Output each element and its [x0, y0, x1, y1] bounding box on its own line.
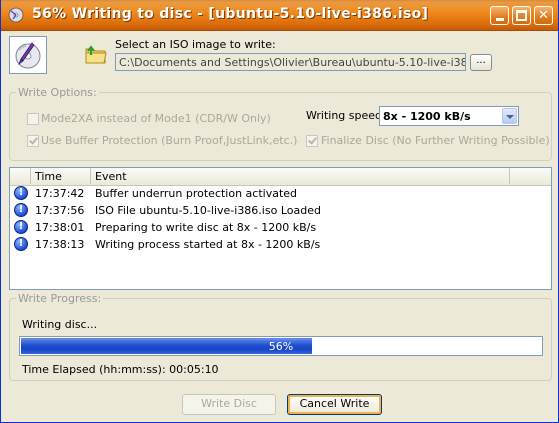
write-options-group: Write Options: — [9, 86, 552, 161]
chevron-down-icon[interactable] — [502, 108, 517, 124]
writing-speed-value: 8x - 1200 kB/s — [383, 110, 471, 123]
progress-status: Writing disc... — [22, 318, 98, 331]
window-title: 56% Writing to disc - [ubuntu-5.10-live-… — [32, 6, 429, 22]
browse-button[interactable]: ... — [470, 54, 492, 71]
app-logo — [9, 36, 47, 74]
log-row-event: ISO File ubuntu-5.10-live-i386.iso Loade… — [95, 204, 321, 217]
source-label: Select an ISO image to write: — [115, 38, 276, 51]
log-row[interactable]: ! 17:37:56 ISO File ubuntu-5.10-live-i38… — [10, 202, 551, 219]
writing-speed-select[interactable]: 8x - 1200 kB/s — [379, 106, 519, 126]
info-icon: ! — [14, 203, 28, 217]
info-icon: ! — [14, 220, 28, 234]
log-row-event: Buffer underrun protection activated — [95, 187, 298, 200]
buffer-protection-label: Use Buffer Protection (Burn Proof,JustLi… — [41, 134, 298, 147]
finalize-disc-label: Finalize Disc (No Further Writing Possib… — [321, 134, 550, 147]
event-log[interactable]: Time Event ! 17:37:42 Buffer underrun pr… — [9, 167, 552, 290]
log-row-time: 17:37:56 — [35, 204, 85, 217]
progress-percent-label: 56% — [268, 340, 294, 353]
progress-bar: 56% — [19, 336, 543, 356]
write-options-legend: Write Options: — [16, 86, 99, 99]
info-icon: ! — [14, 186, 28, 200]
app-icon — [8, 7, 24, 23]
log-row-time: 17:37:42 — [35, 187, 85, 200]
log-row[interactable]: ! 17:38:01 Preparing to write disc at 8x… — [10, 219, 551, 236]
close-icon: ✕ — [538, 8, 549, 23]
log-row[interactable]: ! 17:38:13 Writing process started at 8x… — [10, 236, 551, 253]
log-header: Time Event — [10, 168, 551, 186]
title-bar[interactable]: 56% Writing to disc - [ubuntu-5.10-live-… — [1, 0, 558, 31]
disc-pen-icon — [15, 42, 41, 69]
minimize-icon — [495, 17, 504, 21]
cancel-write-button[interactable]: Cancel Write — [287, 394, 382, 415]
log-header-event[interactable]: Event — [91, 168, 510, 184]
log-row-time: 17:38:01 — [35, 221, 85, 234]
maximize-button[interactable] — [512, 6, 531, 25]
minimize-button[interactable] — [490, 6, 509, 25]
write-progress-legend: Write Progress: — [16, 292, 104, 305]
write-progress-group: Write Progress: Writing disc... 56% Time… — [9, 292, 552, 381]
time-elapsed: Time Elapsed (hh:mm:ss): 00:05:10 — [22, 363, 219, 376]
close-button[interactable]: ✕ — [534, 6, 553, 25]
log-row-time: 17:38:13 — [35, 238, 85, 251]
log-header-filler — [510, 168, 551, 184]
folder-icon — [85, 45, 107, 64]
mode2xa-label: Mode2XA instead of Mode1 (CDR/W Only) — [41, 112, 271, 125]
write-disc-button[interactable]: Write Disc — [182, 394, 276, 415]
maximize-icon — [516, 10, 527, 21]
buffer-protection-checkbox[interactable] — [27, 135, 39, 147]
log-row[interactable]: ! 17:37:42 Buffer underrun protection ac… — [10, 185, 551, 202]
info-icon: ! — [14, 237, 28, 251]
log-header-icon-column[interactable] — [10, 168, 31, 184]
writing-speed-label: Writing speed: — [306, 109, 386, 122]
mode2xa-checkbox[interactable] — [27, 113, 39, 125]
log-row-event: Writing process started at 8x - 1200 kB/… — [95, 238, 321, 251]
app-window: 56% Writing to disc - [ubuntu-5.10-live-… — [0, 0, 559, 423]
log-header-time[interactable]: Time — [31, 168, 91, 184]
log-row-event: Preparing to write disc at 8x - 1200 kB/… — [95, 221, 317, 234]
iso-path-field[interactable]: C:\Documents and Settings\Olivier\Bureau… — [115, 53, 466, 71]
finalize-disc-checkbox[interactable] — [306, 135, 318, 147]
